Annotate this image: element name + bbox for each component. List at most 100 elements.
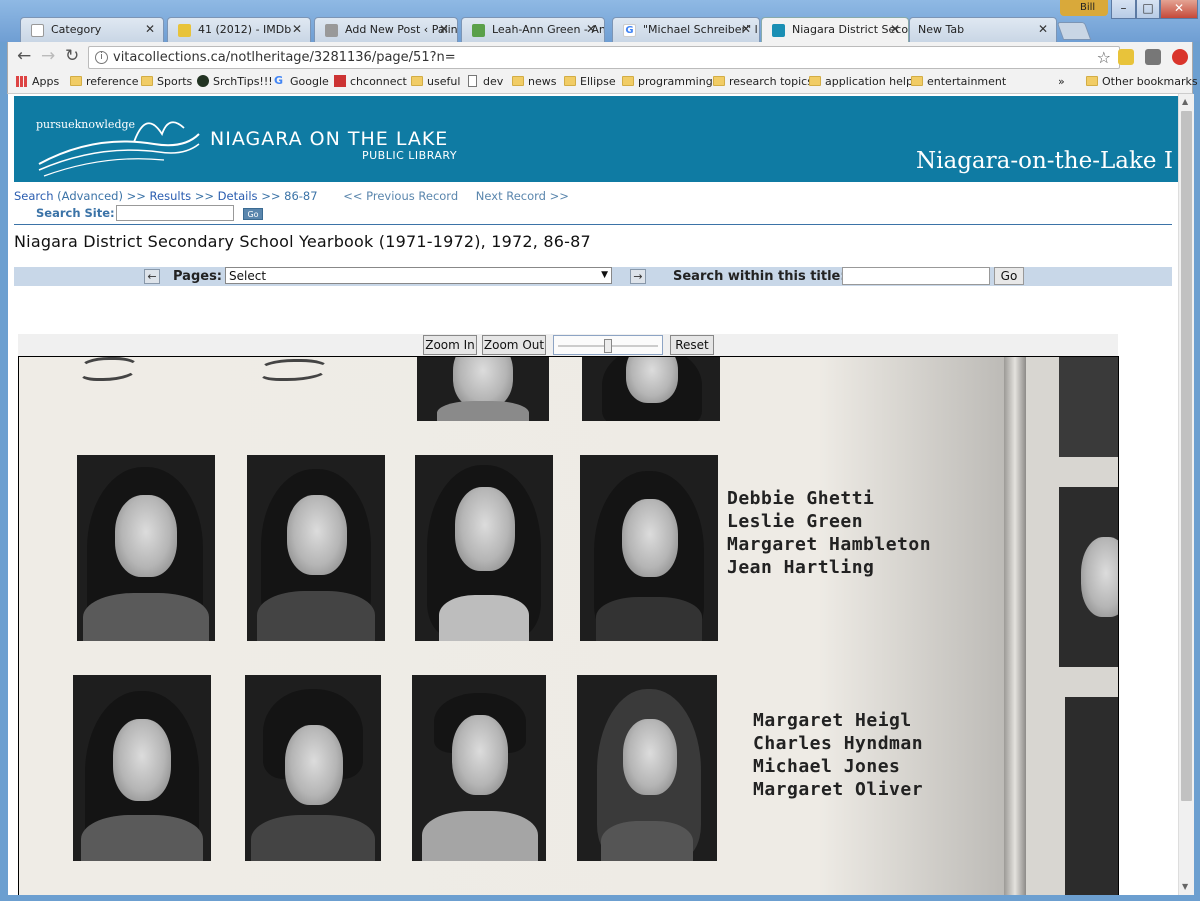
bookmark-research-topics[interactable]: research topics: [713, 75, 813, 88]
tab-google-search[interactable]: G "Michael Schreiber" l ✕: [612, 17, 760, 42]
search-site-input[interactable]: [116, 205, 234, 221]
profile-button[interactable]: Bill: [1060, 0, 1108, 16]
bookmark-useful[interactable]: useful: [411, 75, 460, 88]
bookmarks-overflow-button[interactable]: »: [1058, 75, 1065, 88]
chevron-down-icon: ▼: [601, 270, 608, 280]
extension-icon[interactable]: [1172, 49, 1188, 65]
bookmark-sports[interactable]: Sports: [141, 75, 192, 88]
search-site-go-button[interactable]: Go: [243, 208, 263, 220]
bookmark-label: news: [528, 75, 557, 88]
bookmark-apps[interactable]: Apps: [16, 75, 59, 88]
collection-title: Niagara-on-the-Lake I: [916, 148, 1173, 174]
library-subtitle: PUBLIC LIBRARY: [362, 149, 458, 162]
breadcrumb: Search (Advanced) >> Results >> Details …: [14, 189, 569, 203]
previous-record-link[interactable]: << Previous Record: [343, 189, 458, 203]
close-tab-icon[interactable]: ✕: [439, 22, 449, 36]
library-name: NIAGARA ON THE LAKE: [210, 128, 449, 150]
previous-page-arrow-icon[interactable]: ←: [144, 269, 160, 284]
close-tab-icon[interactable]: ✕: [292, 22, 302, 36]
student-photo: [77, 455, 215, 641]
bookmark-ellipse[interactable]: Ellipse: [564, 75, 616, 88]
close-tab-icon[interactable]: ✕: [145, 22, 155, 36]
vertical-scrollbar[interactable]: ▲ ▼: [1178, 94, 1194, 895]
zoom-slider[interactable]: [553, 335, 663, 355]
next-page-arrow-icon[interactable]: →: [630, 269, 646, 284]
tab-new-tab[interactable]: New Tab ✕: [909, 17, 1057, 42]
info-icon[interactable]: i: [95, 51, 108, 64]
breadcrumb-results-link[interactable]: Results: [150, 189, 192, 203]
bookmark-reference[interactable]: reference: [70, 75, 139, 88]
student-name: Jean Hartling: [727, 557, 875, 578]
student-photo: [417, 357, 549, 421]
bookmark-google[interactable]: G Google: [274, 74, 329, 88]
forward-button[interactable]: →: [41, 48, 55, 65]
tab-category[interactable]: Category ✕: [20, 17, 164, 42]
bookmark-programming[interactable]: programming: [622, 75, 713, 88]
breadcrumb-advanced-link[interactable]: (Advanced): [57, 189, 123, 203]
breadcrumb-search-link[interactable]: Search: [14, 189, 54, 203]
breadcrumb-details-link[interactable]: Details: [218, 189, 258, 203]
bookmark-label: Apps: [32, 75, 60, 88]
page-icon: [468, 75, 477, 87]
search-within-title-go-button[interactable]: Go: [994, 267, 1024, 285]
maximize-button[interactable]: □: [1136, 0, 1160, 19]
pages-select[interactable]: Select ▼: [225, 267, 612, 284]
student-photo: [582, 357, 720, 421]
bookmark-application-help[interactable]: application help: [809, 75, 913, 88]
browser-window: Bill – □ ✕ Category ✕ 41 (2012) - IMDb ✕…: [0, 0, 1200, 901]
bookmark-label: programming: [638, 75, 713, 88]
student-photo: [580, 455, 718, 641]
close-tab-icon[interactable]: ✕: [890, 22, 900, 36]
tab-leah-ann-green[interactable]: Leah-Ann Green - An ✕: [461, 17, 605, 42]
minimize-button[interactable]: –: [1111, 0, 1136, 19]
bookmark-entertainment[interactable]: entertainment: [911, 75, 1006, 88]
close-tab-icon[interactable]: ✕: [586, 22, 596, 36]
zoom-slider-thumb[interactable]: [604, 339, 612, 353]
folder-icon: [622, 76, 634, 86]
address-bar[interactable]: i vitacollections.ca/notlheritage/328113…: [88, 46, 1120, 69]
extension-icon[interactable]: [1145, 49, 1161, 65]
logo-text: pursueknowledge: [36, 118, 136, 131]
tab-niagara-district[interactable]: Niagara District Seco ✕: [761, 17, 909, 42]
tab-add-new-post[interactable]: Add New Post ‹ Palin ✕: [314, 17, 458, 42]
close-tab-icon[interactable]: ✕: [741, 22, 751, 36]
reset-zoom-button[interactable]: Reset: [670, 335, 714, 355]
search-within-title-label: Search within this title:: [673, 269, 846, 284]
bookmark-other[interactable]: Other bookmarks: [1086, 75, 1198, 88]
student-name: Margaret Oliver: [753, 779, 924, 800]
bookmark-dev[interactable]: dev: [467, 75, 503, 88]
yearbook-page-image[interactable]: Debbie Ghetti Leslie Green Margaret Hamb…: [18, 356, 1119, 895]
close-tab-icon[interactable]: ✕: [1038, 22, 1048, 36]
tab-imdb[interactable]: 41 (2012) - IMDb ✕: [167, 17, 311, 42]
library-banner[interactable]: pursueknowledge NIAGARA ON THE LAKE PUBL…: [14, 96, 1178, 182]
scroll-up-icon[interactable]: ▲: [1182, 97, 1188, 106]
student-photo: [245, 675, 381, 861]
book-gutter: [1004, 357, 1026, 895]
pages-label: Pages:: [173, 269, 223, 284]
zoom-in-button[interactable]: Zoom In: [423, 335, 477, 355]
new-tab-button[interactable]: [1056, 22, 1092, 40]
bookmark-star-icon[interactable]: ☆: [1097, 48, 1111, 67]
extension-icon[interactable]: [1118, 49, 1134, 65]
reload-button[interactable]: ↻: [65, 48, 79, 65]
folder-icon: [809, 76, 821, 86]
folder-icon: [1086, 76, 1098, 86]
close-window-button[interactable]: ✕: [1160, 0, 1198, 19]
scroll-down-icon[interactable]: ▼: [1182, 882, 1188, 891]
search-within-title-input[interactable]: [842, 267, 990, 285]
pages-select-value: Select: [229, 269, 267, 283]
bookmark-srchtips[interactable]: SrchTips!!!: [197, 75, 273, 88]
zoom-out-button[interactable]: Zoom Out: [482, 335, 546, 355]
browser-toolbar: ← → ↻ i vitacollections.ca/notlheritage/…: [7, 42, 1193, 72]
title-bar: Bill – □ ✕ Category ✕ 41 (2012) - IMDb ✕…: [0, 0, 1200, 42]
next-record-link[interactable]: Next Record >>: [476, 189, 569, 203]
student-photo: [415, 455, 553, 641]
back-button[interactable]: ←: [17, 48, 31, 65]
student-name: Margaret Hambleton: [727, 534, 932, 555]
scrollbar-thumb[interactable]: [1181, 111, 1192, 801]
bookmark-news[interactable]: news: [512, 75, 556, 88]
site-icon: [197, 75, 209, 87]
bookmark-label: useful: [427, 75, 461, 88]
viewer-toolbar: Zoom In Zoom Out Reset: [18, 334, 1118, 356]
bookmark-chconnect[interactable]: chconnect: [334, 75, 407, 88]
